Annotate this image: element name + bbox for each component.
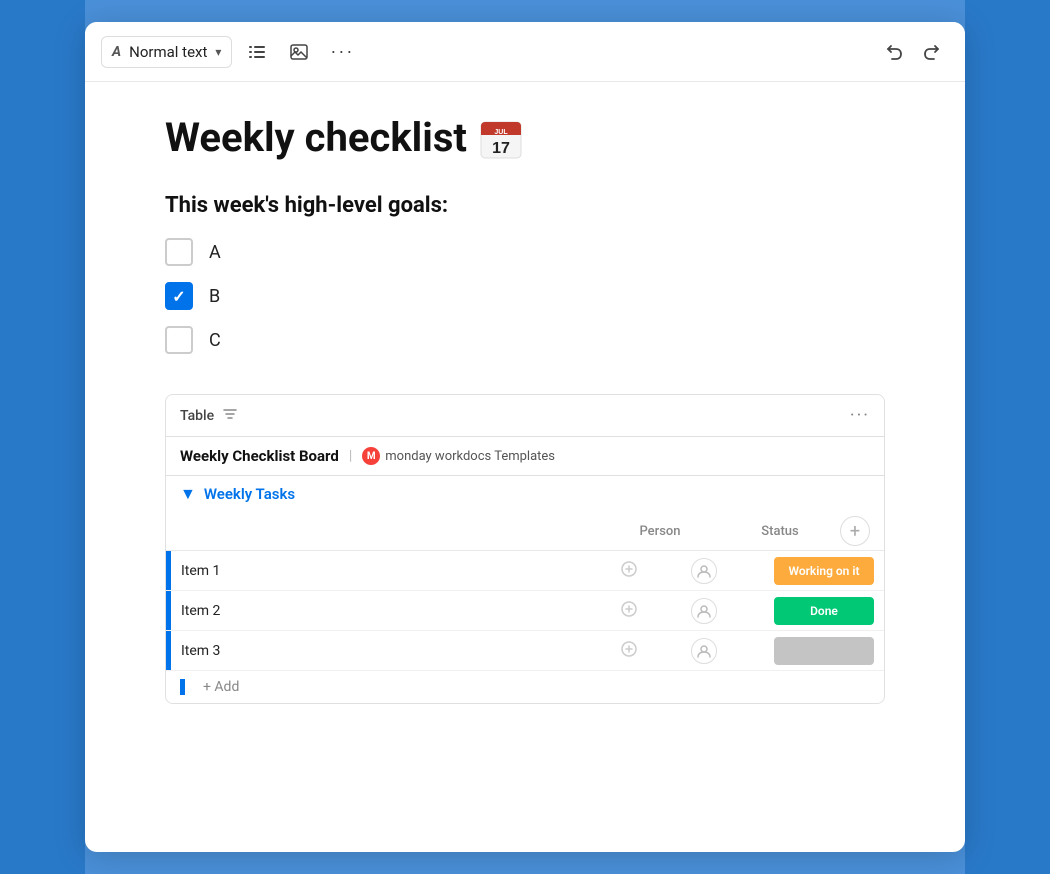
status-badge-done: Done bbox=[774, 597, 874, 625]
text-format-label: Normal text bbox=[129, 43, 207, 61]
toolbar-right bbox=[877, 35, 949, 69]
table-row: Item 1 Working on it bbox=[166, 551, 884, 591]
row-name-3[interactable]: Item 3 bbox=[171, 635, 614, 667]
col-header-person: Person bbox=[600, 524, 720, 539]
board-header: Weekly Checklist Board | M monday workdo… bbox=[166, 437, 884, 476]
add-subitem-icon-3[interactable] bbox=[620, 640, 638, 662]
table-label: Table bbox=[180, 408, 214, 424]
undo-button[interactable] bbox=[877, 35, 911, 69]
status-badge-empty bbox=[774, 637, 874, 665]
redo-icon bbox=[921, 41, 943, 63]
board-title: Weekly Checklist Board bbox=[180, 447, 339, 465]
page-title-text: Weekly checklist bbox=[165, 114, 467, 161]
calendar-icon: JUL 17 bbox=[479, 116, 523, 160]
svg-text:JUL: JUL bbox=[494, 129, 508, 136]
row-person-2[interactable] bbox=[644, 598, 764, 624]
toolbar: A Normal text ▾ bbox=[85, 22, 965, 82]
monday-logo: M bbox=[362, 447, 380, 465]
page-title: Weekly checklist JUL 17 bbox=[165, 114, 885, 161]
list-icon bbox=[246, 41, 268, 63]
add-row-button[interactable]: + Add bbox=[166, 671, 884, 703]
checklist-item-a: A bbox=[165, 238, 885, 266]
more-options-icon: ··· bbox=[330, 41, 354, 62]
board-content: ▼ Weekly Tasks Person Status + bbox=[166, 476, 884, 703]
row-person-3[interactable] bbox=[644, 638, 764, 664]
column-headers: Person Status + bbox=[166, 512, 884, 551]
editor-content: Weekly checklist JUL 17 This bbox=[85, 82, 965, 852]
checklist-item-b: B bbox=[165, 282, 885, 310]
image-icon bbox=[288, 41, 310, 63]
add-column-button[interactable]: + bbox=[840, 516, 870, 546]
row-person-1[interactable] bbox=[644, 558, 764, 584]
checklist: A B C bbox=[165, 238, 885, 354]
list-button[interactable] bbox=[240, 35, 274, 69]
group-name: Weekly Tasks bbox=[204, 485, 295, 503]
svg-text:17: 17 bbox=[492, 140, 510, 157]
checkbox-a[interactable] bbox=[165, 238, 193, 266]
app-container: A Normal text ▾ bbox=[0, 0, 1050, 874]
row-name-1[interactable]: Item 1 bbox=[171, 555, 614, 587]
section-heading: This week's high-level goals: bbox=[165, 193, 885, 218]
row-name-2[interactable]: Item 2 bbox=[171, 595, 614, 627]
more-options-button[interactable]: ··· bbox=[324, 35, 360, 68]
row-actions-2 bbox=[614, 600, 644, 622]
row-stripe-add bbox=[180, 679, 185, 695]
table-widget-header: Table ··· bbox=[166, 395, 884, 437]
group-chevron-icon[interactable]: ▼ bbox=[180, 484, 196, 504]
status-col-label: Status bbox=[761, 524, 798, 539]
editor-window: A Normal text ▾ bbox=[85, 22, 965, 852]
checklist-label-c: C bbox=[209, 330, 221, 351]
row-actions-3 bbox=[614, 640, 644, 662]
undo-icon bbox=[883, 41, 905, 63]
image-button[interactable] bbox=[282, 35, 316, 69]
person-avatar-2 bbox=[691, 598, 717, 624]
monday-source-label: monday workdocs Templates bbox=[385, 449, 555, 464]
chevron-down-icon: ▾ bbox=[215, 45, 221, 59]
checklist-label-a: A bbox=[209, 242, 221, 263]
row-status-2[interactable]: Done bbox=[764, 593, 884, 629]
person-avatar-1 bbox=[691, 558, 717, 584]
checkbox-b[interactable] bbox=[165, 282, 193, 310]
group-header: ▼ Weekly Tasks bbox=[166, 476, 884, 512]
text-format-selector[interactable]: A Normal text ▾ bbox=[101, 36, 232, 68]
checklist-item-c: C bbox=[165, 326, 885, 354]
table-row: Item 3 bbox=[166, 631, 884, 671]
filter-icon[interactable] bbox=[222, 406, 238, 426]
person-col-label: Person bbox=[639, 524, 680, 539]
text-format-icon: A bbox=[112, 44, 121, 60]
status-badge-working: Working on it bbox=[774, 557, 874, 585]
redo-button[interactable] bbox=[915, 35, 949, 69]
col-header-status: Status bbox=[720, 524, 840, 539]
calendar-emoji: JUL 17 bbox=[479, 115, 523, 161]
board-separator: | bbox=[349, 448, 352, 464]
table-widget-header-left: Table bbox=[180, 406, 238, 426]
row-status-3[interactable] bbox=[764, 633, 884, 669]
checklist-label-b: B bbox=[209, 286, 220, 307]
add-subitem-icon-2[interactable] bbox=[620, 600, 638, 622]
add-subitem-icon-1[interactable] bbox=[620, 560, 638, 582]
table-widget: Table ··· Weekly Checklist Board | bbox=[165, 394, 885, 704]
add-row-label: + Add bbox=[193, 679, 239, 695]
widget-more-icon[interactable]: ··· bbox=[850, 405, 870, 426]
monday-badge: M monday workdocs Templates bbox=[362, 447, 555, 465]
checkbox-c[interactable] bbox=[165, 326, 193, 354]
row-status-1[interactable]: Working on it bbox=[764, 553, 884, 589]
row-actions-1 bbox=[614, 560, 644, 582]
person-avatar-3 bbox=[691, 638, 717, 664]
table-row: Item 2 Done bbox=[166, 591, 884, 631]
